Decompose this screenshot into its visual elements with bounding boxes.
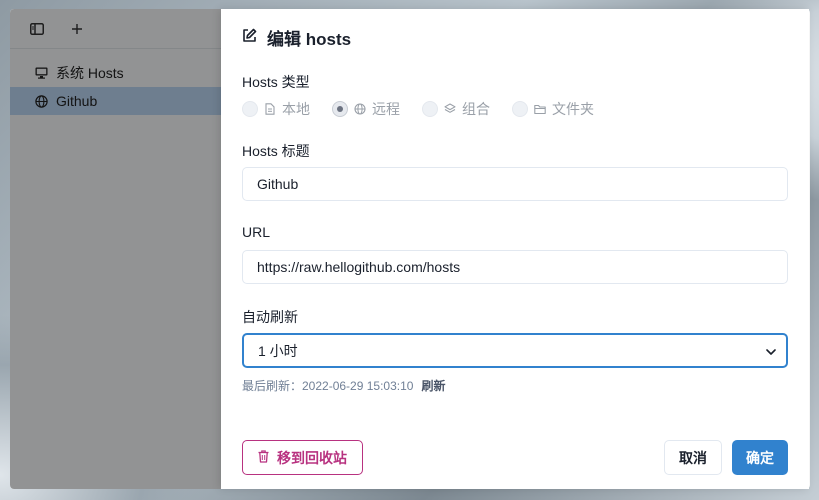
folder-icon [534,103,546,115]
dialog-header: 编辑 hosts [242,25,351,50]
move-to-trash-button[interactable]: 移到回收站 [242,440,363,475]
modal-overlay[interactable] [10,9,230,489]
layers-icon [444,103,456,115]
sidebar: 系统 Hosts Github [10,9,230,489]
hosts-type-radio-group: 本地 远程 组合 文件夹 [242,99,616,119]
radio-group[interactable] [422,101,438,117]
type-option-label: 远程 [372,101,400,117]
auto-refresh-select[interactable]: 1 小时 [242,333,788,368]
auto-refresh-label: 自动刷新 [242,309,298,325]
type-option-remote[interactable]: 远程 [332,99,400,119]
type-option-group[interactable]: 组合 [422,99,490,119]
type-option-local[interactable]: 本地 [242,99,310,119]
select-value: 1 小时 [258,342,298,359]
edit-hosts-drawer: 编辑 hosts Hosts 类型 本地 远程 组合 文件夹 Hosts 标题 … [221,9,809,489]
radio-folder[interactable] [512,101,528,117]
trash-button-label: 移到回收站 [277,449,347,466]
edit-icon [242,28,257,48]
last-refresh-time: 最后刷新：2022-06-29 15:03:10 [242,379,414,393]
refresh-now-link[interactable]: 刷新 [421,377,445,394]
confirm-button[interactable]: 确定 [732,440,788,475]
cancel-button[interactable]: 取消 [664,440,722,475]
chevron-down-icon [766,343,776,359]
hosts-type-label: Hosts 类型 [242,74,310,90]
type-option-label: 组合 [462,101,490,117]
radio-remote[interactable] [332,101,348,117]
file-icon [264,103,276,115]
trash-icon [258,449,269,466]
last-refresh-info: 最后刷新：2022-06-29 15:03:10 刷新 [242,377,445,394]
globe-icon [354,103,366,115]
dialog-title: 编辑 hosts [267,30,352,49]
radio-local[interactable] [242,101,258,117]
type-option-label: 文件夹 [552,101,594,117]
url-input[interactable]: https://raw.hellogithub.com/hosts [242,250,788,284]
type-option-folder[interactable]: 文件夹 [512,99,594,119]
url-label: URL [242,224,271,240]
hosts-title-label: Hosts 标题 [242,143,310,159]
type-option-label: 本地 [282,101,310,117]
hosts-title-input[interactable]: Github [242,167,788,201]
